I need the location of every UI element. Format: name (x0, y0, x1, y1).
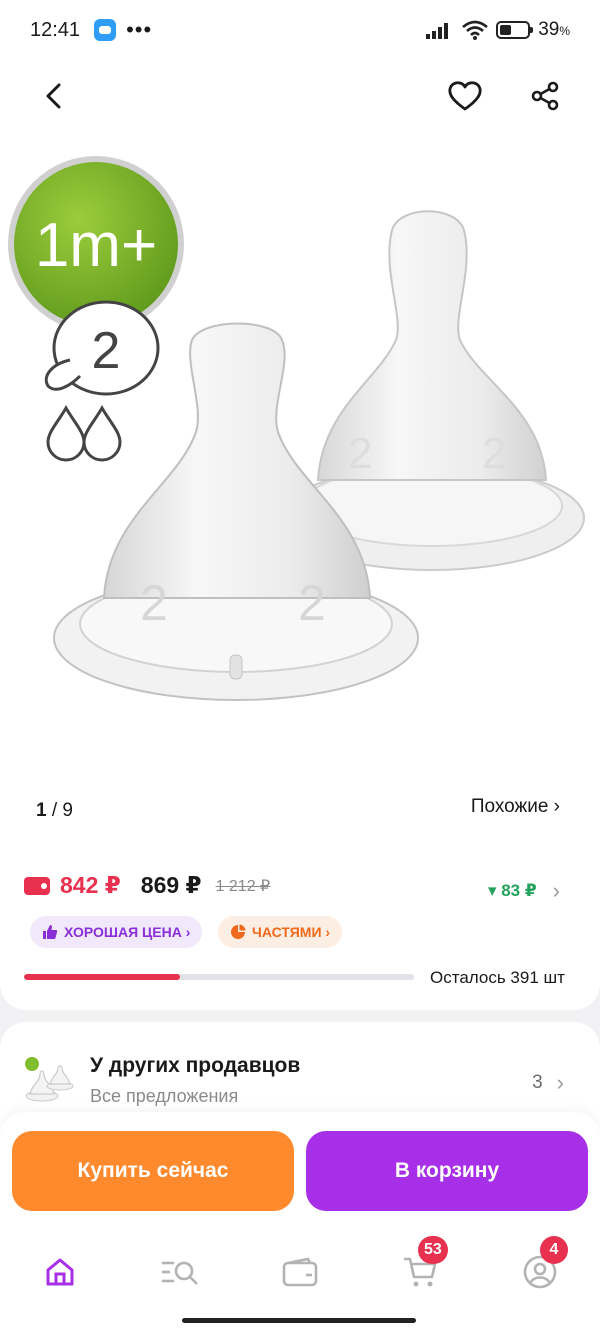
wallet-icon (282, 1257, 318, 1287)
sellers-title: У других продавцов (90, 1054, 301, 1077)
home-icon (46, 1258, 74, 1286)
catalog-search-icon (162, 1261, 198, 1285)
svg-text:2: 2 (92, 322, 121, 380)
profile-notification-badge: 4 (540, 1236, 568, 1264)
sellers-thumbnail (25, 1057, 74, 1102)
sellers-subtitle: Все предложения (90, 1086, 239, 1106)
favorite-button[interactable] (443, 74, 487, 118)
bonus-points[interactable]: ▾ 83 ₽ › (488, 878, 560, 904)
tab-wallet[interactable] (276, 1248, 324, 1296)
current-price: 869 ₽ (140, 872, 202, 898)
price-row: 842 ₽ 869 ₽ 1 212 ₽ (24, 872, 270, 899)
gallery-counter: 1 / 9 (36, 800, 73, 821)
tab-profile[interactable]: 4 (516, 1236, 568, 1296)
tab-home[interactable] (36, 1248, 84, 1296)
svg-text:2: 2 (482, 429, 506, 478)
chevron-right-icon: › (552, 878, 560, 903)
top-nav (0, 60, 600, 132)
chevron-right-icon: › (556, 1070, 564, 1095)
thumbs-up-icon (43, 925, 58, 939)
wallet-icon (24, 876, 50, 895)
bottom-tab-bar: 53 4 (0, 1222, 600, 1332)
battery-level: 39% (538, 19, 570, 40)
wifi-icon (462, 20, 489, 40)
add-to-cart-button[interactable]: В корзину (306, 1131, 588, 1211)
stock-progress (24, 974, 414, 980)
back-button[interactable] (32, 74, 76, 118)
status-time: 12:41 (30, 18, 81, 41)
heart-icon (448, 81, 482, 111)
share-icon (531, 81, 559, 111)
sellers-count: 3 › (532, 1070, 564, 1095)
product-image[interactable]: 2 2 2 2 1m+ 2 (0, 150, 600, 770)
stock-progress-fill (24, 974, 180, 980)
similar-link[interactable]: Похожие › (471, 796, 560, 818)
tab-catalog[interactable] (156, 1248, 204, 1296)
battery-icon (496, 21, 534, 39)
share-button[interactable] (523, 74, 567, 118)
wallet-price: 842 ₽ (60, 872, 121, 898)
signal-icon (426, 23, 449, 39)
home-indicator (182, 1318, 416, 1323)
notification-app-icon (94, 19, 117, 41)
pie-chart-icon (231, 924, 246, 939)
price-card: 842 ₽ 869 ₽ 1 212 ₽ ▾ 83 ₽ › ХОРОШАЯ ЦЕН… (0, 850, 600, 1010)
status-bar: 12:41 ••• 39% (0, 0, 600, 60)
old-price: 1 212 ₽ (215, 877, 271, 895)
svg-text:2: 2 (348, 429, 372, 478)
buy-now-button[interactable]: Купить сейчас (12, 1131, 294, 1211)
purchase-action-bar: Купить сейчас В корзину (0, 1112, 600, 1222)
svg-text:2: 2 (298, 575, 326, 631)
cart-count-badge: 53 (418, 1236, 448, 1264)
stock-remaining: Осталось 391 шт (430, 968, 565, 987)
good-price-chip[interactable]: ХОРОШАЯ ЦЕНА › (30, 916, 203, 948)
pay-in-parts-chip[interactable]: ЧАСТЯМИ › (218, 916, 343, 948)
more-notifications-icon: ••• (126, 17, 153, 42)
svg-text:1m+: 1m+ (35, 211, 157, 280)
chevron-left-icon (46, 83, 61, 109)
product-hero: 2 2 2 2 1m+ 2 1 / 9 Похожие › (0, 60, 600, 850)
tab-cart[interactable]: 53 (396, 1236, 448, 1296)
flow-drops-icon (46, 404, 122, 462)
svg-text:2: 2 (140, 575, 168, 631)
